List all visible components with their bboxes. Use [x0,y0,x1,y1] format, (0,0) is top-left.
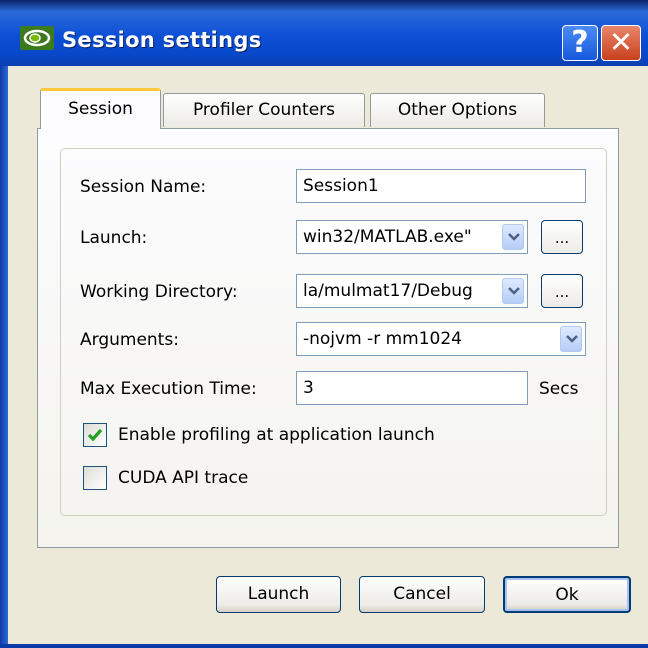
launch-value: win32/MATLAB.exe" [303,227,472,247]
arguments-combobox[interactable]: -nojvm -r mm1024 [296,322,586,356]
tab-profiler-counters-label: Profiler Counters [192,100,336,120]
window-frame-left [0,66,8,648]
session-name-input[interactable]: Session1 [296,169,586,203]
title-bar[interactable]: Session settings ? ✕ [0,0,648,66]
enable-profiling-label[interactable]: Enable profiling at application launch [118,425,435,445]
session-name-label: Session Name: [80,177,207,197]
max-execution-time-label: Max Execution Time: [80,379,257,399]
working-directory-value: la/mulmat17/Debug [303,281,473,301]
chevron-down-icon [508,233,520,241]
chevron-down-icon [566,335,578,343]
launch-combobox[interactable]: win32/MATLAB.exe" [296,220,528,254]
window-title: Session settings [62,28,262,52]
working-directory-browse-button[interactable]: ... [541,274,583,308]
tab-other-options[interactable]: Other Options [370,93,545,127]
chevron-down-icon [508,287,520,295]
cuda-api-trace-label[interactable]: CUDA API trace [118,468,248,488]
checkmark-icon [87,428,103,442]
close-button[interactable]: ✕ [601,25,641,61]
max-execution-time-input[interactable]: 3 [296,371,528,405]
tab-other-options-label: Other Options [397,100,518,120]
tab-profiler-counters[interactable]: Profiler Counters [163,93,365,127]
launch-browse-button[interactable]: ... [541,220,583,254]
close-icon: ✕ [608,25,634,59]
launch-button[interactable]: Launch [216,576,341,613]
arguments-label: Arguments: [80,330,179,350]
cancel-button[interactable]: Cancel [359,576,485,613]
arguments-value: -nojvm -r mm1024 [303,329,462,349]
arguments-dropdown-button[interactable] [560,326,582,352]
help-button[interactable]: ? [562,25,598,61]
help-icon: ? [571,25,589,60]
tab-session-label: Session [68,99,133,119]
working-directory-combobox[interactable]: la/mulmat17/Debug [296,274,528,308]
max-execution-time-unit: Secs [539,379,579,399]
working-directory-label: Working Directory: [80,282,238,302]
ok-button[interactable]: Ok [503,576,631,613]
launch-dropdown-button[interactable] [502,224,524,250]
window-frame-bottom [0,644,648,648]
launch-label: Launch: [80,228,148,248]
session-settings-dialog: Session settings ? ✕ Session Profiler Co… [0,0,648,648]
nvidia-logo-icon [20,26,54,50]
tab-session[interactable]: Session [40,88,161,129]
cuda-api-trace-checkbox[interactable] [83,466,107,490]
enable-profiling-checkbox[interactable] [83,423,107,447]
working-directory-dropdown-button[interactable] [502,278,524,304]
